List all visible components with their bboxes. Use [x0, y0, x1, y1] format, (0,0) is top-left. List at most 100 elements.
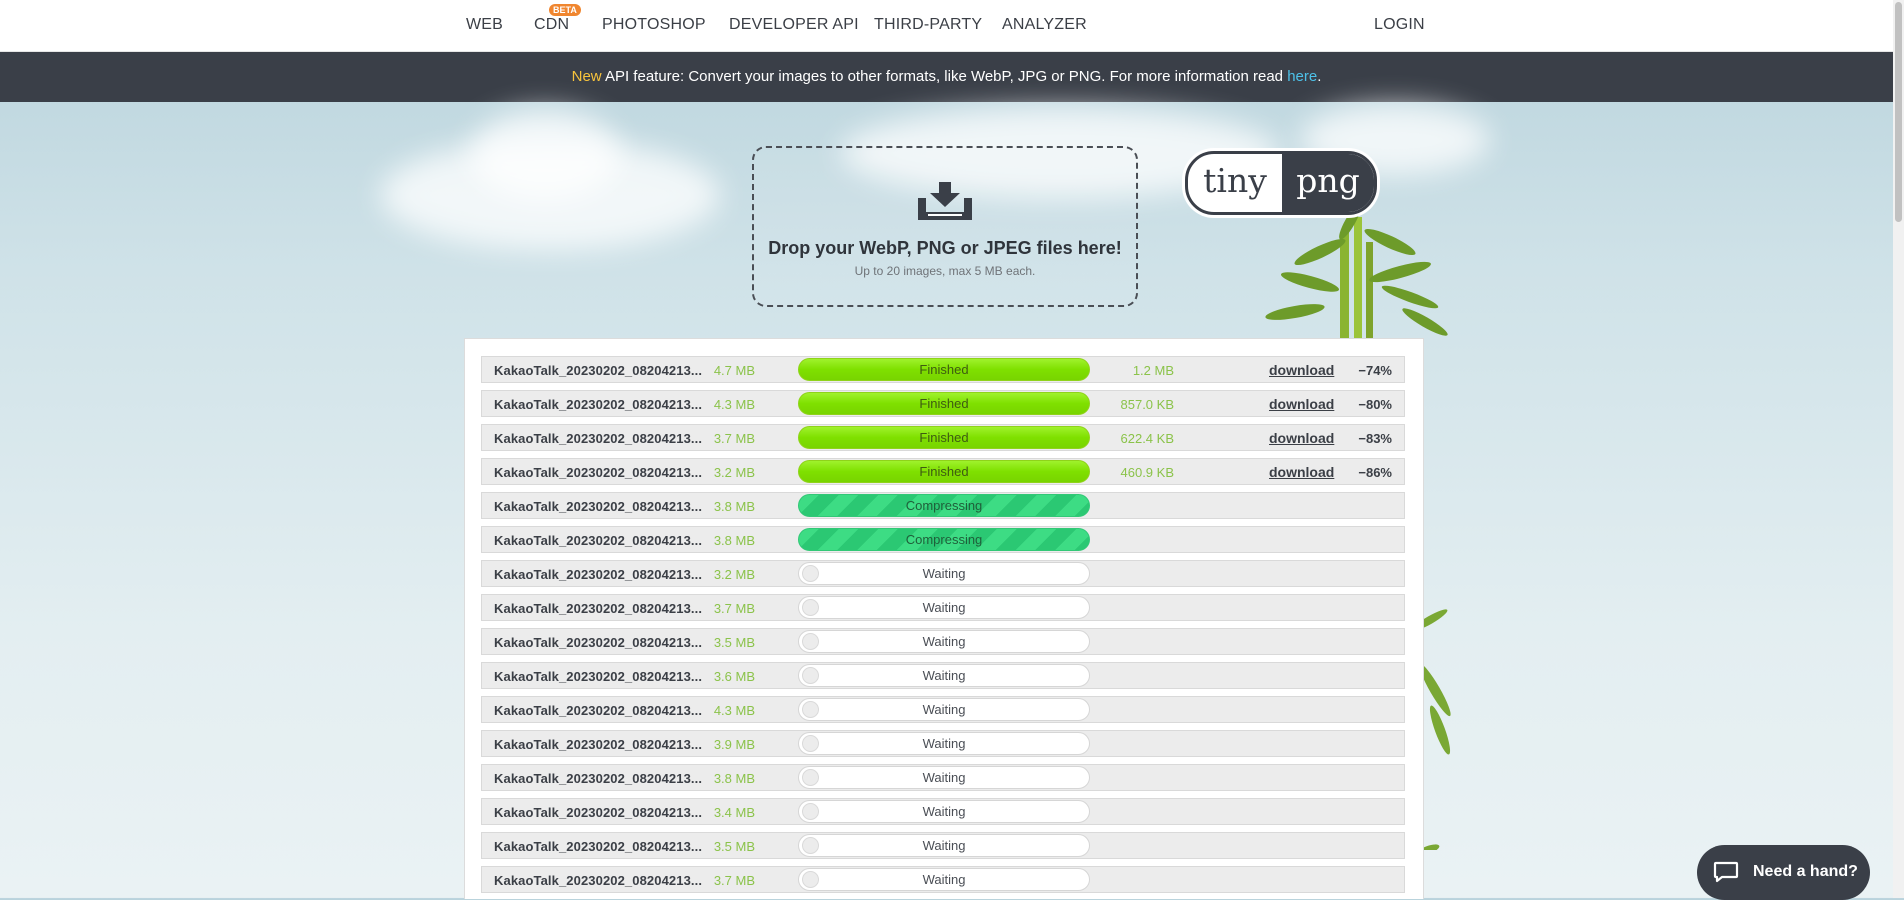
spinner-icon	[802, 701, 819, 718]
status-label: Compressing	[905, 532, 983, 547]
file-size: 3.6 MB	[713, 669, 755, 684]
spinner-icon	[802, 769, 819, 786]
spinner-icon	[802, 735, 819, 752]
file-row: KakaoTalk_20230202_08204213... 4.3 MB Wait…	[481, 696, 1405, 723]
saving-percentage: −83%	[1358, 431, 1392, 446]
compressed-size: 622.4 KB	[1120, 431, 1175, 446]
file-size: 3.8 MB	[713, 533, 755, 548]
progress-bar-waiting: Waiting	[798, 664, 1090, 687]
file-size: 3.7 MB	[713, 873, 755, 888]
cloud-decoration	[470, 110, 620, 200]
banner-end: .	[1317, 68, 1322, 85]
status-label: Finished	[919, 362, 969, 377]
banner-new-label: New	[571, 68, 602, 85]
compressed-size: 857.0 KB	[1120, 397, 1175, 412]
chat-bubble-icon	[1713, 861, 1739, 883]
file-size: 4.3 MB	[713, 397, 755, 412]
banner-text: API feature: Convert your images to othe…	[601, 68, 1288, 85]
banner-link[interactable]: here	[1287, 68, 1317, 85]
progress-bar-finished: Finished	[798, 358, 1090, 381]
file-size: 3.7 MB	[713, 601, 755, 616]
file-size: 3.2 MB	[713, 567, 755, 582]
status-label: Waiting	[922, 770, 966, 785]
file-row: KakaoTalk_20230202_08204213... 3.5 MB Wait…	[481, 832, 1405, 859]
nav-analyzer[interactable]: ANALYZER	[1002, 16, 1087, 34]
file-name: KakaoTalk_20230202_08204213...	[494, 635, 703, 650]
compressed-size: 460.9 KB	[1120, 465, 1175, 480]
file-row: KakaoTalk_20230202_08204213... 3.6 MB Wait…	[481, 662, 1405, 689]
file-name: KakaoTalk_20230202_08204213...	[494, 737, 703, 752]
progress-bar-waiting: Waiting	[798, 800, 1090, 823]
spinner-icon	[802, 633, 819, 650]
file-size: 4.7 MB	[713, 363, 755, 378]
file-name: KakaoTalk_20230202_08204213...	[494, 601, 703, 616]
nav-login[interactable]: LOGIN	[1374, 16, 1425, 34]
help-chat-button[interactable]: Need a hand?	[1697, 845, 1870, 900]
download-link[interactable]: download	[1269, 464, 1334, 480]
nav-developer-api[interactable]: DEVELOPER API	[729, 16, 859, 34]
logo-png: png	[1282, 154, 1374, 212]
file-size: 3.8 MB	[713, 771, 755, 786]
progress-bar-waiting: Waiting	[798, 732, 1090, 755]
help-label: Need a hand?	[1753, 863, 1858, 880]
file-size: 3.2 MB	[713, 465, 755, 480]
file-name: KakaoTalk_20230202_08204213...	[494, 771, 703, 786]
file-row: KakaoTalk_20230202_08204213... 3.5 MB Wait…	[481, 628, 1405, 655]
saving-percentage: −86%	[1358, 465, 1392, 480]
download-link[interactable]: download	[1269, 430, 1334, 446]
file-size: 3.9 MB	[713, 737, 755, 752]
status-label: Waiting	[922, 566, 966, 581]
top-nav: WEB CDN BETA PHOTOSHOP DEVELOPER API THI…	[0, 0, 1893, 52]
status-label: Waiting	[922, 600, 966, 615]
file-size: 3.8 MB	[713, 499, 755, 514]
file-name: KakaoTalk_20230202_08204213...	[494, 805, 703, 820]
saving-percentage: −74%	[1358, 363, 1392, 378]
nav-cdn[interactable]: CDN	[534, 16, 569, 34]
progress-bar-waiting: Waiting	[798, 630, 1090, 653]
spinner-icon	[802, 837, 819, 854]
download-link[interactable]: download	[1269, 362, 1334, 378]
nav-third-party[interactable]: THIRD-PARTY	[874, 16, 982, 34]
bamboo-plant-decoration	[1265, 212, 1448, 342]
page-scrollbar[interactable]	[1893, 0, 1904, 898]
progress-bar-waiting: Waiting	[798, 698, 1090, 721]
tinypng-logo[interactable]: tiny png	[1185, 151, 1377, 215]
dropzone-subtitle: Up to 20 images, max 5 MB each.	[854, 264, 1036, 278]
file-size: 4.3 MB	[713, 703, 755, 718]
nav-photoshop[interactable]: PHOTOSHOP	[602, 16, 706, 34]
progress-bar-finished: Finished	[798, 460, 1090, 483]
file-row: KakaoTalk_20230202_08204213... 3.2 MB Wait…	[481, 560, 1405, 587]
download-link[interactable]: download	[1269, 396, 1334, 412]
file-row: KakaoTalk_20230202_08204213... 3.7 MB Wait…	[481, 866, 1405, 893]
spinner-icon	[802, 599, 819, 616]
status-label: Waiting	[922, 838, 966, 853]
file-row: KakaoTalk_20230202_08204213... 3.8 MB Wait…	[481, 764, 1405, 791]
download-tray-icon	[918, 182, 972, 220]
logo-tiny: tiny	[1203, 161, 1267, 200]
status-label: Waiting	[922, 668, 966, 683]
file-drop-zone[interactable]: Drop your WebP, PNG or JPEG files here! …	[752, 146, 1138, 307]
file-row: KakaoTalk_20230202_08204213... 3.7 MB Wait…	[481, 594, 1405, 621]
file-name: KakaoTalk_20230202_08204213...	[494, 363, 703, 378]
nav-web[interactable]: WEB	[466, 16, 503, 34]
file-row: KakaoTalk_20230202_08204213... 3.7 MB Fini…	[481, 424, 1405, 451]
file-list-panel: KakaoTalk_20230202_08204213... 4.7 MB Fini…	[464, 338, 1424, 899]
file-size: 3.5 MB	[713, 839, 755, 854]
status-label: Waiting	[922, 634, 966, 649]
announcement-banner: New API feature: Convert your images to …	[0, 52, 1893, 102]
file-name: KakaoTalk_20230202_08204213...	[494, 839, 703, 854]
status-label: Finished	[919, 396, 969, 411]
status-label: Finished	[919, 464, 969, 479]
file-size: 3.5 MB	[713, 635, 755, 650]
spinner-icon	[802, 871, 819, 888]
file-row: KakaoTalk_20230202_08204213... 3.4 MB Wait…	[481, 798, 1405, 825]
beta-badge: BETA	[549, 4, 581, 16]
file-row: KakaoTalk_20230202_08204213... 3.8 MB Comp…	[481, 492, 1405, 519]
scrollbar-thumb[interactable]	[1895, 2, 1902, 222]
status-label: Waiting	[922, 736, 966, 751]
file-row: KakaoTalk_20230202_08204213... 4.3 MB Fini…	[481, 390, 1405, 417]
progress-bar-waiting: Waiting	[798, 868, 1090, 891]
progress-bar-waiting: Waiting	[798, 596, 1090, 619]
saving-percentage: −80%	[1358, 397, 1392, 412]
spinner-icon	[802, 803, 819, 820]
